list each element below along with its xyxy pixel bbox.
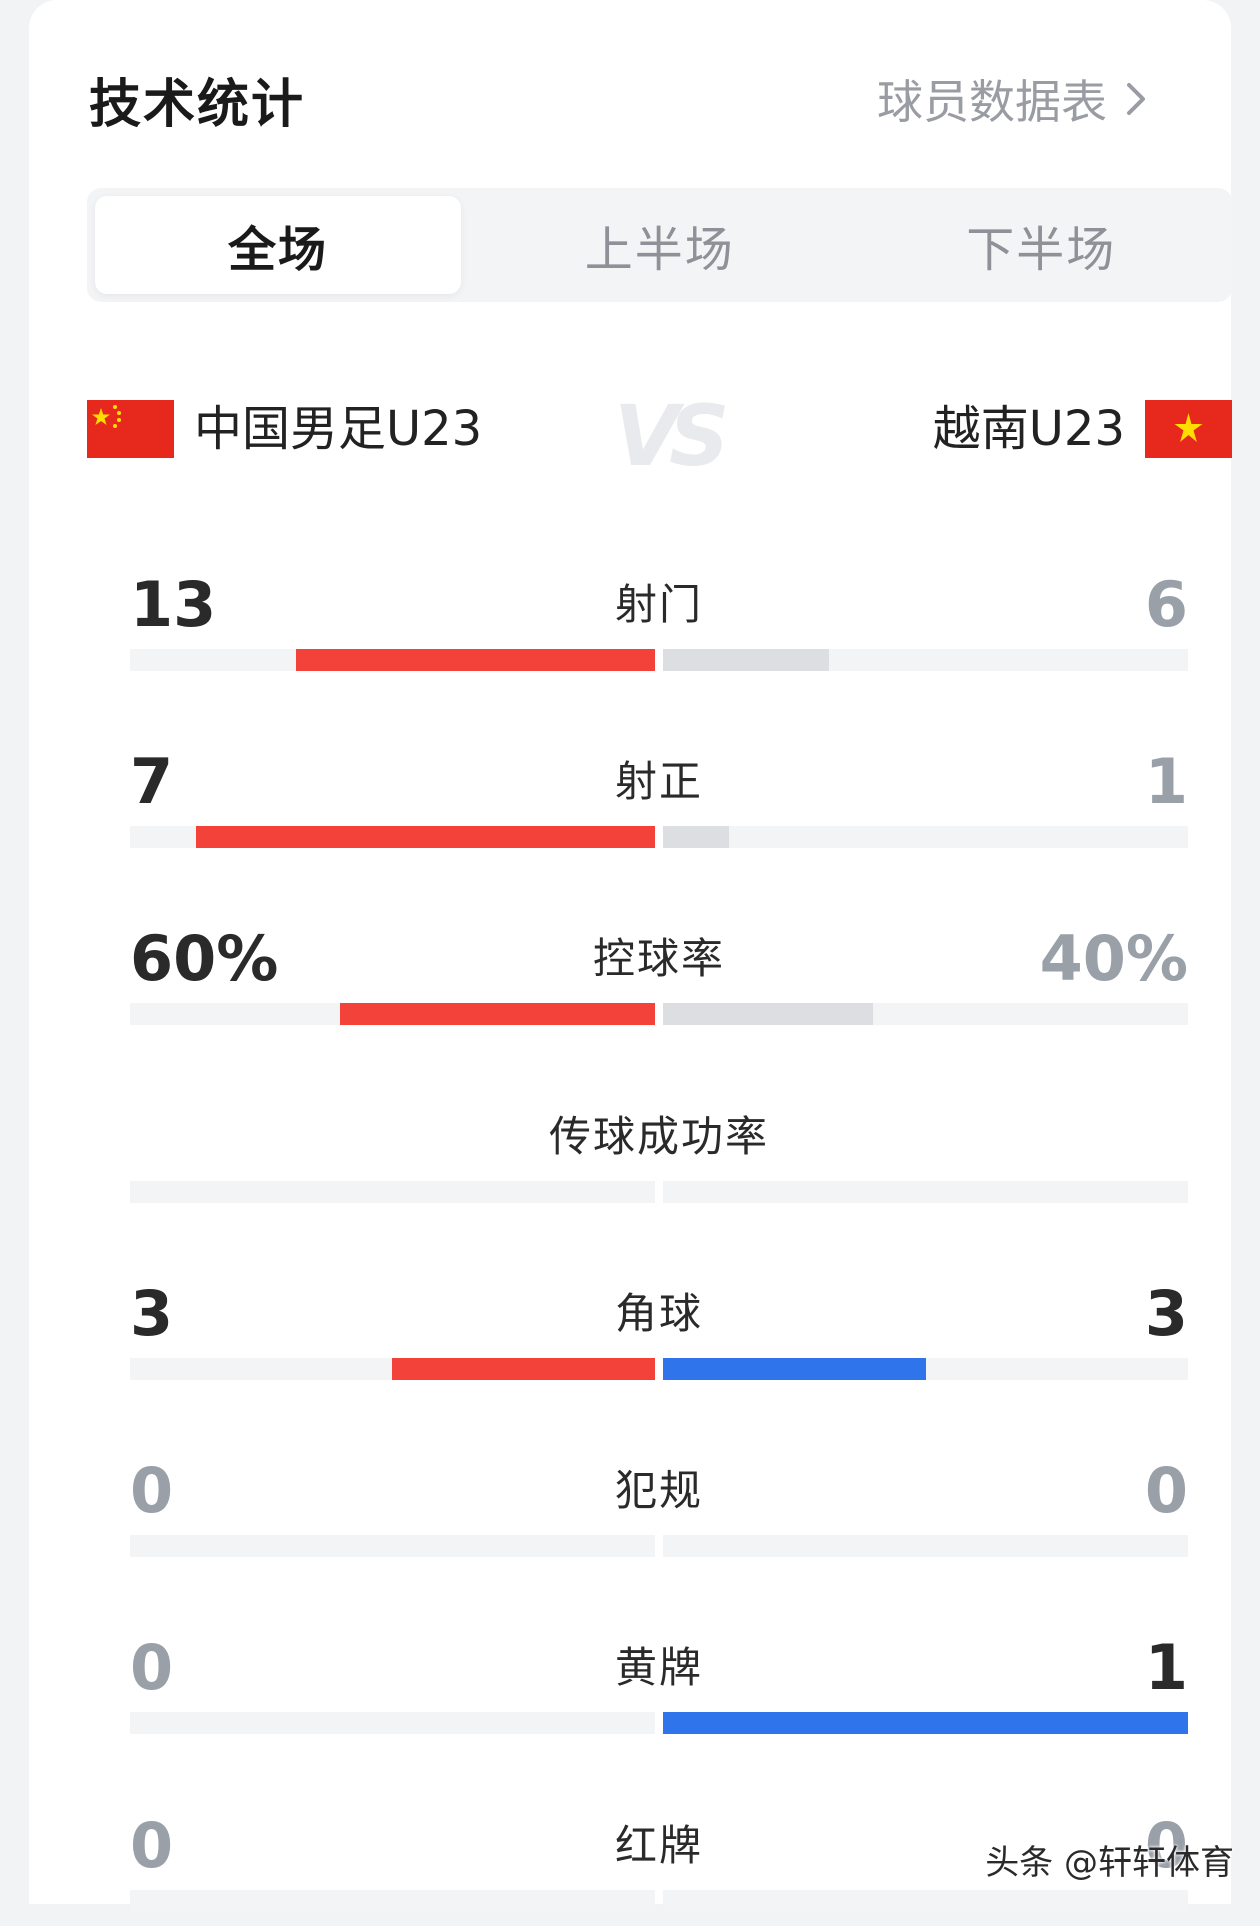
home-bar-track <box>130 1890 655 1912</box>
away-bar-track <box>663 1003 1188 1025</box>
away-stat-value: 1 <box>1144 1631 1188 1704</box>
home-bar-fill <box>196 826 655 848</box>
away-team-name: 越南U23 <box>932 401 1125 457</box>
home-bar-track <box>130 1181 655 1203</box>
stat-label: 角球 <box>614 1289 703 1338</box>
stat-row: 60% 控球率 40% <box>130 919 1188 1039</box>
away-stat-value: 0 <box>1144 1454 1188 1527</box>
tab-second-half[interactable]: 下半场 <box>851 188 1233 302</box>
stats-card: 技术统计 球员数据表 全场 上半场 下半场 中国男足U23 VS 越南U23 1… <box>29 0 1232 1912</box>
home-bar-fill <box>296 649 655 671</box>
away-bar-track <box>663 1890 1188 1912</box>
stat-row: 0 黄牌 1 <box>130 1628 1188 1748</box>
home-bar-fill <box>392 1358 655 1380</box>
section-title: 技术统计 <box>89 75 306 135</box>
away-stat-value: 1 <box>1144 745 1188 818</box>
china-flag-icon <box>87 400 174 458</box>
stat-row: 13 射门 6 <box>130 565 1188 685</box>
away-bar-fill <box>663 649 829 671</box>
home-bar-track <box>130 1535 655 1557</box>
chevron-right-icon <box>1127 83 1145 115</box>
stat-label: 犯规 <box>614 1466 703 1515</box>
away-bar-fill <box>663 1003 873 1025</box>
vietnam-flag-icon <box>1145 400 1232 458</box>
stat-label: 射门 <box>614 580 703 629</box>
away-bar-track <box>663 1181 1188 1203</box>
home-team-name: 中国男足U23 <box>194 401 483 457</box>
teams-header: 中国男足U23 VS 越南U23 <box>87 387 1232 485</box>
vs-logo: VS <box>614 387 729 485</box>
home-bar-track <box>130 1712 655 1734</box>
tab-full-match[interactable]: 全场 <box>95 196 461 294</box>
home-bar-track <box>130 826 655 848</box>
home-bar-track <box>130 1003 655 1025</box>
stat-label: 射正 <box>614 757 703 806</box>
player-stats-link-label: 球员数据表 <box>877 75 1107 129</box>
stat-label: 传球成功率 <box>548 1112 769 1161</box>
home-bar-track <box>130 649 655 671</box>
stat-row: 0 犯规 0 <box>130 1451 1188 1571</box>
away-bar-track <box>663 1358 1188 1380</box>
stat-label: 控球率 <box>592 934 725 983</box>
home-bar-track <box>130 1358 655 1380</box>
away-stat-value: 6 <box>1144 568 1188 641</box>
home-bar-fill <box>340 1003 655 1025</box>
away-bar-track <box>663 649 1188 671</box>
period-tabs: 全场 上半场 下半场 <box>87 188 1232 302</box>
tab-first-half[interactable]: 上半场 <box>469 188 851 302</box>
watermark: 头条 @轩轩体育 <box>985 1843 1234 1883</box>
away-bar-track <box>663 826 1188 848</box>
player-stats-link[interactable]: 球员数据表 <box>877 66 1151 132</box>
stat-label: 黄牌 <box>614 1643 703 1692</box>
away-bar-fill <box>663 826 729 848</box>
away-stat-value: 40% <box>1039 922 1188 995</box>
stat-row: 传球成功率 <box>130 1097 1188 1217</box>
stat-row: 3 角球 3 <box>130 1274 1188 1394</box>
stat-row: 7 射正 1 <box>130 742 1188 862</box>
away-stat-value: 3 <box>1144 1277 1188 1350</box>
away-bar-track <box>663 1535 1188 1557</box>
away-bar-fill <box>663 1712 1188 1734</box>
away-bar-track <box>663 1712 1188 1734</box>
away-bar-fill <box>663 1358 926 1380</box>
